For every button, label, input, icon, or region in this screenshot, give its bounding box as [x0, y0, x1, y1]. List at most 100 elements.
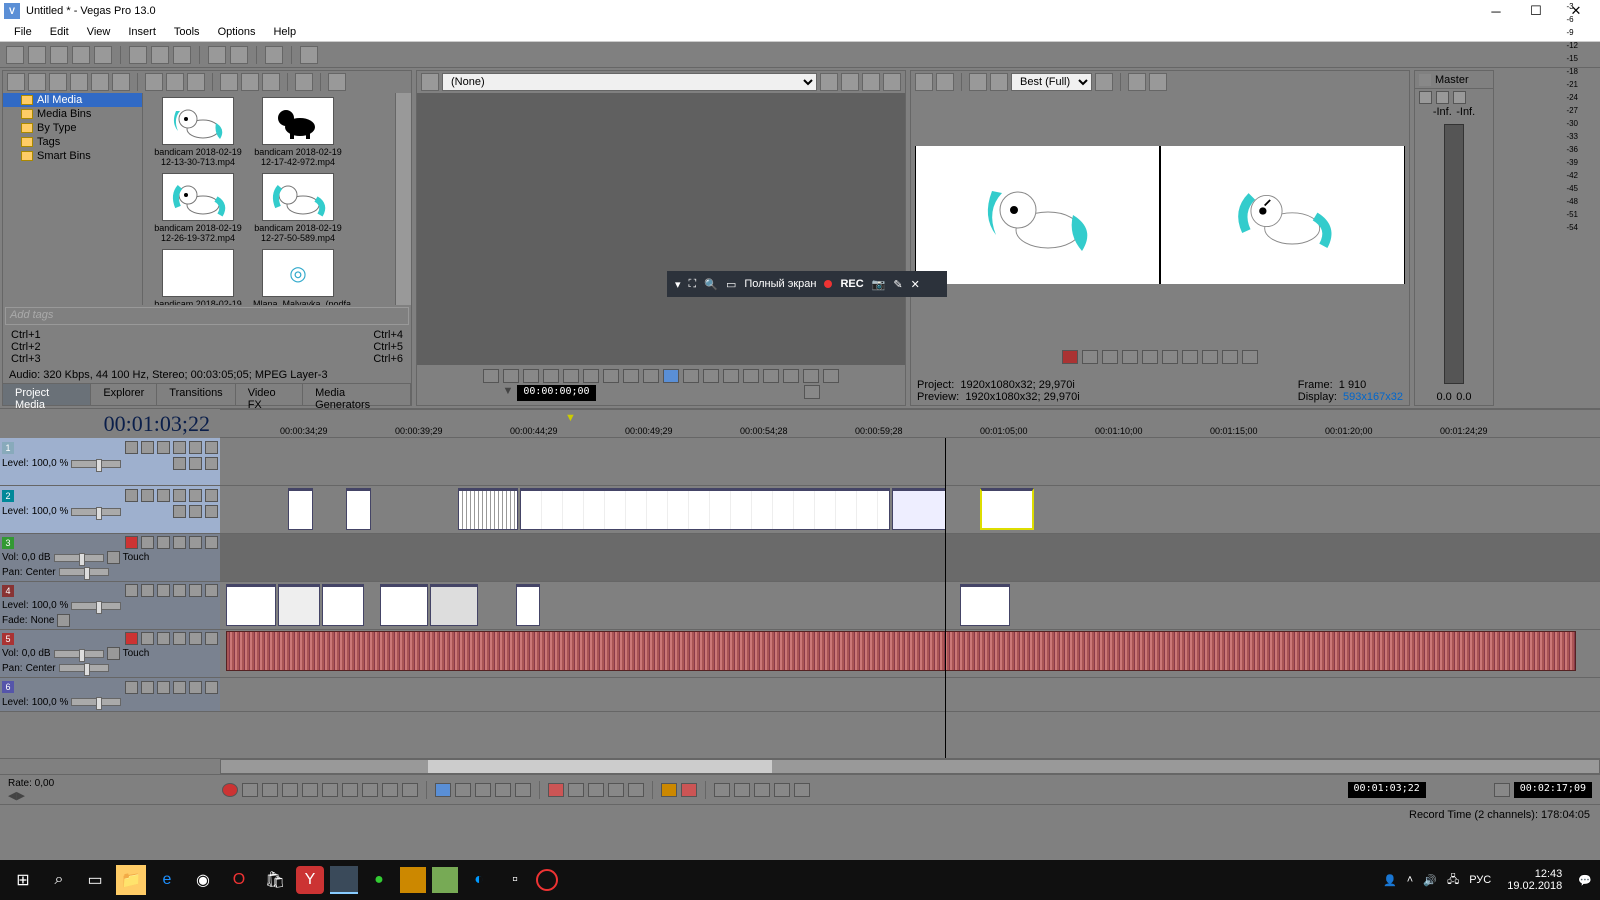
overlay-icon[interactable]: ▭	[726, 278, 736, 291]
mute-icon[interactable]	[189, 536, 202, 549]
pm-search-icon[interactable]	[328, 73, 346, 91]
transport-timecode[interactable]: 00:01:03;22	[1348, 782, 1426, 798]
insert-a-icon[interactable]	[683, 369, 699, 383]
menu-help[interactable]: Help	[265, 24, 304, 40]
marker-icon[interactable]	[661, 783, 677, 797]
track-fx-icon[interactable]	[141, 632, 154, 645]
pm-tool-icon[interactable]	[112, 73, 130, 91]
solo-icon[interactable]	[205, 681, 218, 694]
close-icon[interactable]: ✕	[911, 278, 920, 291]
tray-chevron-icon[interactable]: ˄	[1407, 874, 1413, 886]
undo-icon[interactable]	[208, 46, 226, 64]
go-start-icon[interactable]	[1182, 350, 1198, 364]
track-lane-4[interactable]	[220, 582, 1600, 629]
menu-view[interactable]: View	[79, 24, 119, 40]
track-icon[interactable]	[173, 489, 186, 502]
track-header-2[interactable]: 2 Level:100,0 %	[0, 486, 220, 533]
track-icon[interactable]	[157, 632, 170, 645]
redo-icon[interactable]	[230, 46, 248, 64]
track-fx-icon[interactable]	[141, 536, 154, 549]
menu-edit[interactable]: Edit	[42, 24, 77, 40]
track-icon[interactable]	[157, 584, 170, 597]
mute-icon[interactable]	[189, 441, 202, 454]
tray-volume-icon[interactable]: 🔊	[1423, 874, 1437, 887]
timeline-scrollbar[interactable]	[220, 759, 1600, 774]
track-icon[interactable]	[141, 681, 154, 694]
trim-icon[interactable]	[628, 783, 644, 797]
media-item[interactable]: bandicam 2018-02-19 12-13-30-713.mp4	[153, 97, 243, 167]
video-clip[interactable]	[458, 488, 518, 530]
split-icon[interactable]	[990, 73, 1008, 91]
tab-transitions[interactable]: Transitions	[157, 384, 235, 405]
loop-icon[interactable]	[1082, 350, 1098, 364]
track-fx-icon[interactable]	[125, 489, 138, 502]
pm-tool-icon[interactable]	[262, 73, 280, 91]
app-icon[interactable]	[400, 867, 426, 893]
pm-views-icon[interactable]	[295, 73, 313, 91]
camera-icon[interactable]: 📷	[872, 278, 886, 291]
mute-icon[interactable]	[189, 681, 202, 694]
preview-icon[interactable]	[915, 73, 933, 91]
pm-tool-icon[interactable]	[7, 73, 25, 91]
mark-out-icon[interactable]	[783, 369, 799, 383]
media-item[interactable]: bandicam 2018-02-19 12-26-19-372.mp4	[153, 173, 243, 243]
start-button[interactable]: ⊞	[8, 865, 38, 895]
tool-icon[interactable]	[455, 783, 471, 797]
track-icon[interactable]	[173, 632, 186, 645]
insert-b-icon[interactable]	[703, 369, 719, 383]
trimmer-icon[interactable]	[803, 369, 819, 383]
tool-icon[interactable]	[515, 783, 531, 797]
save-icon[interactable]	[50, 46, 68, 64]
stop-icon[interactable]	[563, 369, 579, 383]
solo-icon[interactable]	[205, 489, 218, 502]
trimmer-icon[interactable]	[804, 385, 820, 399]
task-view-icon[interactable]: ▭	[80, 865, 110, 895]
pause-icon[interactable]	[1142, 350, 1158, 364]
trimmer-timecode[interactable]: 00:00:00;00	[517, 385, 595, 401]
video-clip[interactable]	[322, 584, 364, 626]
new-icon[interactable]	[6, 46, 24, 64]
track-icon[interactable]	[157, 441, 170, 454]
prev-frame-icon[interactable]	[382, 783, 398, 797]
app-icon[interactable]: ▫	[500, 865, 530, 895]
solo-icon[interactable]	[205, 584, 218, 597]
tray-lang[interactable]: РУС	[1469, 874, 1491, 886]
track-lane-1[interactable]	[220, 438, 1600, 485]
store-icon[interactable]: 🛍	[260, 865, 290, 895]
record-button[interactable]	[222, 783, 238, 797]
pm-tool-icon[interactable]	[241, 73, 259, 91]
cut-icon[interactable]	[129, 46, 147, 64]
solo-icon[interactable]	[205, 536, 218, 549]
video-clip[interactable]	[430, 584, 478, 626]
opera-icon[interactable]: O	[224, 865, 254, 895]
go-end-icon[interactable]	[362, 783, 378, 797]
pm-tool-icon[interactable]	[49, 73, 67, 91]
video-clip[interactable]	[288, 488, 313, 530]
track-icon[interactable]	[141, 584, 154, 597]
tree-by-type[interactable]: By Type	[3, 121, 142, 135]
trim-icon[interactable]	[568, 783, 584, 797]
track-icon[interactable]	[173, 536, 186, 549]
tree-all-media[interactable]: All Media	[3, 93, 142, 107]
menu-insert[interactable]: Insert	[120, 24, 164, 40]
tool-icon[interactable]	[495, 783, 511, 797]
open-icon[interactable]	[28, 46, 46, 64]
paste-icon[interactable]	[173, 46, 191, 64]
overwrite-a-icon[interactable]	[723, 369, 739, 383]
shuttle-icon[interactable]	[663, 369, 679, 383]
go-start-icon[interactable]	[342, 783, 358, 797]
tree-tags[interactable]: Tags	[3, 135, 142, 149]
overlays-icon[interactable]	[1095, 73, 1113, 91]
mute-icon[interactable]	[189, 632, 202, 645]
teamviewer-icon[interactable]: ◐	[464, 865, 494, 895]
bandicam-icon[interactable]	[536, 869, 558, 891]
vol-slider[interactable]	[54, 554, 104, 562]
track-header-6[interactable]: 6 Level:100,0 %	[0, 678, 220, 711]
stop-icon[interactable]	[1162, 350, 1178, 364]
level-slider[interactable]	[71, 460, 121, 468]
yandex-icon[interactable]: Y	[296, 866, 324, 894]
video-clip[interactable]	[380, 584, 428, 626]
search-icon[interactable]: ⌕	[44, 865, 74, 895]
menu-options[interactable]: Options	[210, 24, 264, 40]
menu-file[interactable]: File	[6, 24, 40, 40]
